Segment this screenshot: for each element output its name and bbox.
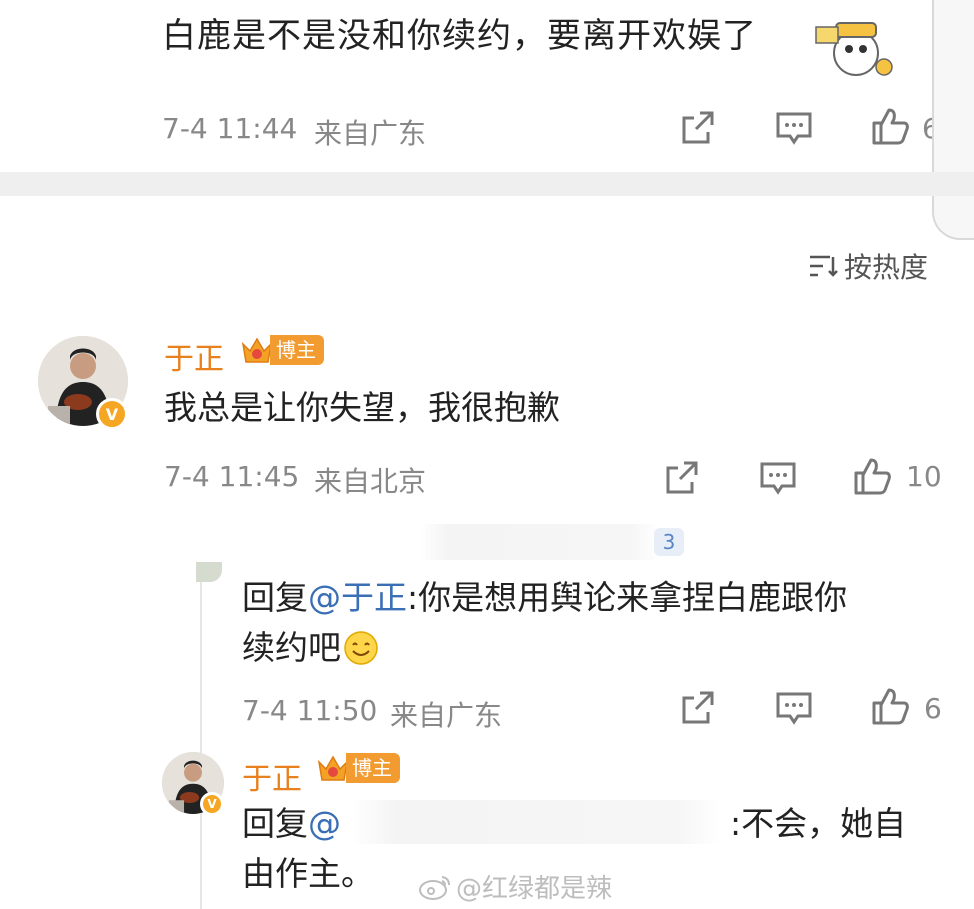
like-icon[interactable] (870, 686, 910, 726)
scrollbar[interactable] (932, 0, 974, 240)
watermark-text: @红绿都是辣 (456, 874, 613, 904)
reply-thread-line (200, 566, 202, 909)
comment-text: 我总是让你失望，我很抱歉 (164, 388, 560, 427)
reply-text-line2: 续约吧 (242, 624, 379, 672)
blogger-badge: 博主 (316, 752, 400, 784)
like-icon[interactable] (852, 456, 892, 496)
redacted-username (420, 524, 660, 560)
reply-source: 来自广东 (390, 699, 503, 732)
verified-badge-icon: V (96, 398, 128, 430)
like-icon[interactable] (870, 106, 910, 146)
watermark: @红绿都是辣 (418, 868, 612, 905)
top-comment-text: 白鹿是不是没和你续约，要离开欢娱了 (162, 16, 757, 56)
user-level-badge: 3 (654, 528, 684, 556)
reply-username[interactable]: 于正 (242, 754, 302, 798)
blogger-badge-label: 博主 (346, 753, 400, 783)
top-comment-source: 来自广东 (314, 117, 427, 150)
reply-avatar-fragment (196, 562, 222, 582)
sort-icon (810, 255, 838, 277)
reply2-mention[interactable]: @ (308, 804, 341, 843)
comment-source: 来自北京 (314, 465, 427, 498)
blogger-badge: 博主 (240, 334, 324, 366)
weibo-logo-icon (419, 875, 450, 900)
comment-time: 7-4 11:45 (164, 460, 300, 493)
verified-badge-icon: V (200, 792, 224, 816)
reply-likes: 6 (924, 692, 942, 725)
reply-prefix: 回复 (242, 578, 308, 617)
reply-time: 7-4 11:50 (242, 694, 378, 727)
reply-mention[interactable]: @于正 (308, 578, 407, 617)
share-icon[interactable] (662, 458, 702, 498)
redacted-mention (352, 800, 722, 844)
comment-icon[interactable] (774, 688, 814, 728)
smile-emoji-icon (344, 631, 378, 665)
reply2-prefix-label: 回复 (242, 804, 308, 843)
sticker-icon (815, 22, 893, 76)
crown-icon (317, 755, 349, 781)
comment-username[interactable]: 于正 (164, 334, 224, 378)
comment-likes: 10 (906, 460, 942, 493)
reply-text-line1: 回复@于正:你是想用舆论来拿捏白鹿跟你 (242, 574, 847, 622)
share-icon[interactable] (678, 108, 718, 148)
blogger-badge-label: 博主 (270, 335, 324, 365)
reply-body-line2: 续约吧 (242, 628, 341, 667)
reply-body: :你是想用舆论来拿捏白鹿跟你 (407, 578, 848, 617)
section-divider (0, 172, 974, 196)
crown-icon (241, 337, 273, 363)
sort-by-hot-button[interactable]: 按热度 (808, 246, 928, 286)
share-icon[interactable] (678, 688, 718, 728)
reply2-body-line2: 由作主。 (242, 854, 374, 893)
top-comment-time: 7-4 11:44 (162, 112, 298, 145)
reply2-prefix: 回复@ (242, 800, 341, 848)
reply2-body: :不会，她自 (730, 804, 907, 843)
comment-icon[interactable] (758, 458, 798, 498)
comment-icon[interactable] (774, 108, 814, 148)
comment-thread-page: 白鹿是不是没和你续约，要离开欢娱了 7-4 11:44 来自广东 6 按热度 V… (0, 0, 974, 909)
sort-label: 按热度 (844, 251, 929, 284)
